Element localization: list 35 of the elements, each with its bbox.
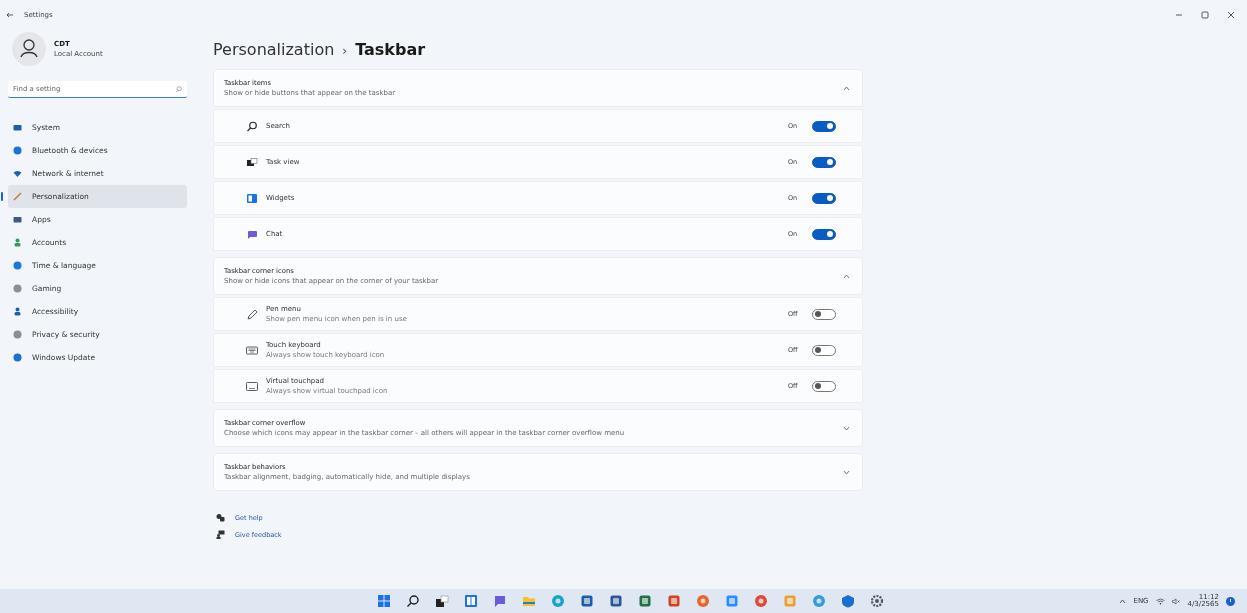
gear-icon[interactable] [870, 594, 884, 608]
task-view-icon [246, 156, 258, 168]
close-icon[interactable] [1227, 11, 1235, 19]
search-icon [246, 120, 258, 132]
search-icon[interactable] [406, 594, 420, 608]
pen-icon [246, 308, 258, 320]
shield-icon[interactable] [841, 594, 855, 608]
toggle-switch[interactable] [812, 380, 836, 392]
notification-icon[interactable] [1226, 596, 1235, 606]
chat-icon[interactable] [493, 594, 507, 608]
maximize-icon[interactable] [1201, 11, 1209, 19]
toggle-switch[interactable] [812, 120, 836, 132]
page-title: Taskbar [355, 40, 426, 59]
wifi-icon[interactable] [1155, 597, 1165, 605]
touchpad-icon [246, 380, 258, 392]
windows-logo-icon[interactable] [377, 594, 391, 608]
toggle-switch[interactable] [812, 228, 836, 240]
breadcrumb-separator: › [342, 44, 348, 58]
avatar-icon [12, 32, 46, 66]
task-view-icon[interactable] [435, 594, 449, 608]
chat-icon [246, 228, 258, 240]
toggle-switch[interactable] [812, 192, 836, 204]
brush-icon [13, 192, 22, 201]
folder-icon[interactable] [522, 594, 536, 608]
toggle-switch[interactable] [812, 308, 836, 320]
breadcrumb-parent[interactable]: Personalization [213, 40, 335, 59]
keyboard-icon [246, 344, 258, 356]
back-arrow-icon[interactable] [6, 12, 14, 18]
widgets-icon [246, 192, 258, 204]
toggle-switch[interactable] [812, 344, 836, 356]
search-icon [175, 86, 182, 93]
toggle-switch[interactable] [812, 156, 836, 168]
widgets-icon[interactable] [464, 594, 478, 608]
caret-up-icon[interactable] [1119, 598, 1127, 604]
speaker-icon[interactable] [1171, 597, 1181, 605]
